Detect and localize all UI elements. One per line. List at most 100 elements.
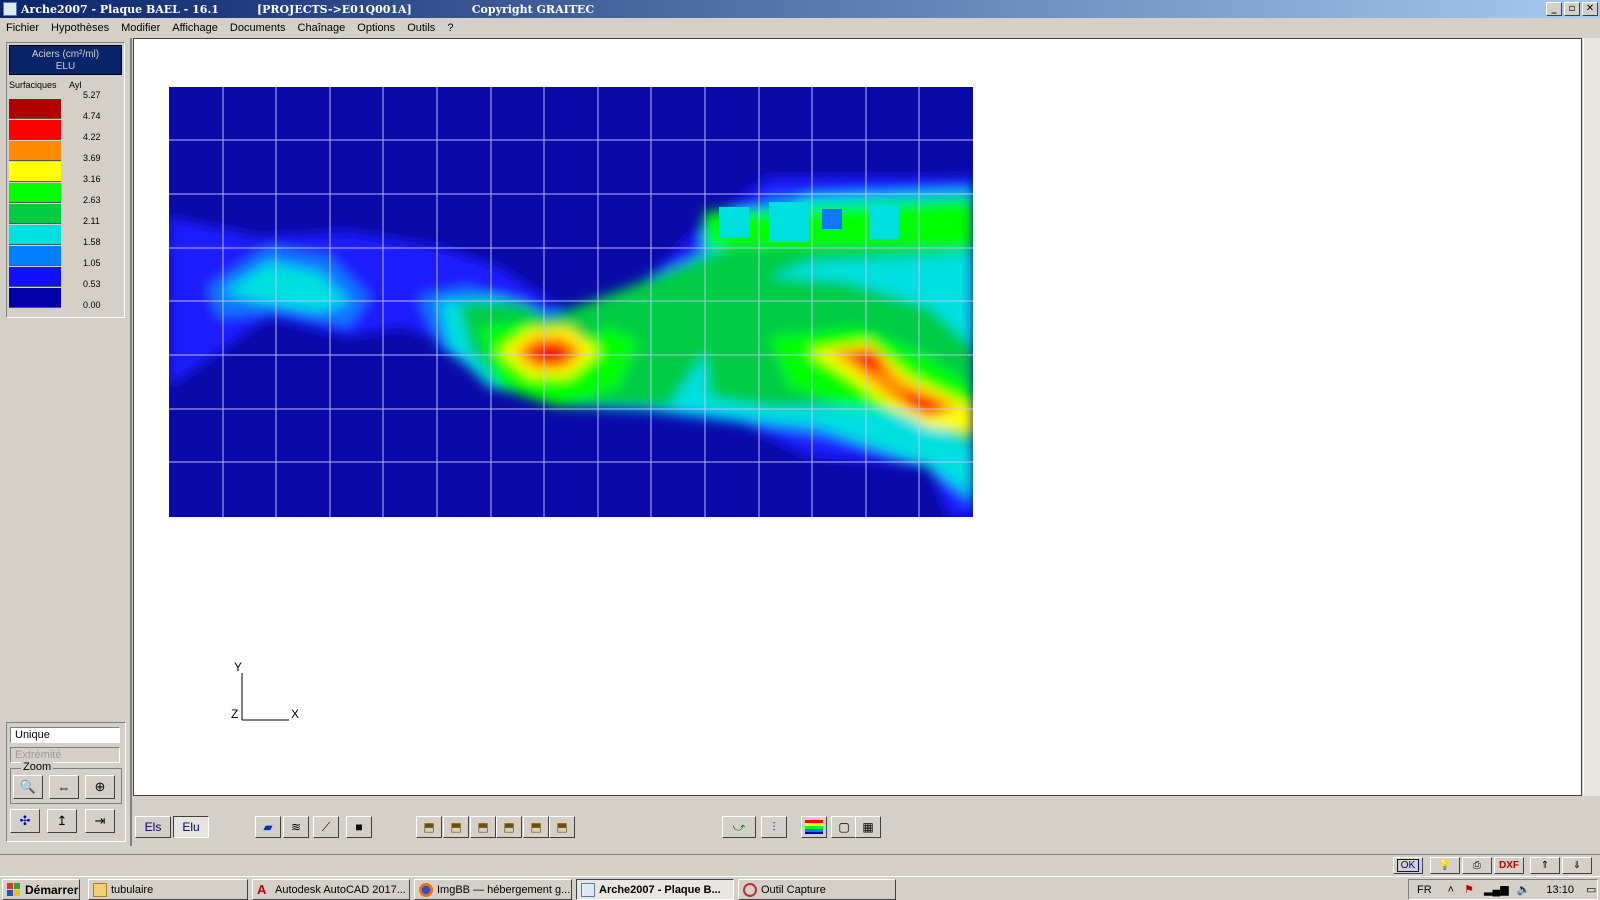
cube-view-1-button[interactable]: ⬒ bbox=[416, 816, 442, 838]
close-button[interactable]: ✕ bbox=[1582, 2, 1598, 16]
menu-help[interactable]: ? bbox=[447, 22, 453, 34]
legend-value: 2.63 bbox=[83, 195, 101, 205]
task-autocad[interactable]: A Autodesk AutoCAD 2017... bbox=[252, 879, 410, 900]
cube-icon-1: ⬒ bbox=[423, 820, 435, 834]
cube-view-3-button[interactable]: ⬒ bbox=[470, 816, 496, 838]
arche-icon bbox=[581, 882, 595, 897]
zoom-in-button[interactable]: ⊕ bbox=[85, 775, 115, 799]
zoom-label: Zoom bbox=[21, 761, 54, 773]
ok-button[interactable]: OK bbox=[1393, 857, 1423, 874]
volume-icon[interactable]: 🔈 bbox=[1517, 883, 1531, 896]
menu-bar: Fichier Hypothèses Modifier Affichage Do… bbox=[0, 18, 1600, 38]
axis-y-label: Y bbox=[234, 660, 243, 674]
task-label: Outil Capture bbox=[761, 883, 826, 896]
firefox-icon bbox=[419, 882, 433, 897]
legend-swatch bbox=[9, 141, 61, 161]
system-tray: FR ˄ ⚑ ▂▄▆ 🔈 13:10 ▭ bbox=[1408, 879, 1598, 900]
direction-right-button[interactable]: ⇥ bbox=[85, 809, 115, 833]
task-arche2007[interactable]: Arche2007 - Plaque B... bbox=[576, 879, 734, 900]
minimize-button[interactable]: _ bbox=[1546, 2, 1562, 16]
menu-options[interactable]: Options bbox=[357, 22, 395, 34]
legend-value: 1.05 bbox=[83, 258, 101, 268]
els-button[interactable]: Els bbox=[135, 816, 171, 838]
tray-expand-icon[interactable]: ˄ bbox=[1448, 884, 1454, 896]
solid-view-button[interactable]: ■ bbox=[346, 816, 372, 838]
rebar-button[interactable]: ⫶ bbox=[761, 816, 787, 838]
menu-modifier[interactable]: Modifier bbox=[121, 22, 160, 34]
layers-view-button[interactable]: ≋ bbox=[283, 816, 309, 838]
solid-square-icon: ■ bbox=[355, 820, 363, 834]
restore-button[interactable]: ▫ bbox=[1564, 2, 1580, 16]
curve-icon: ⤻ bbox=[732, 819, 746, 834]
layers-icon: ≋ bbox=[290, 820, 302, 834]
direction-up-button[interactable]: ↥ bbox=[47, 809, 77, 833]
mode-select[interactable]: Unique bbox=[10, 727, 120, 743]
plate-view-button[interactable]: ▰ bbox=[255, 816, 281, 838]
menu-chainage[interactable]: Chaînage bbox=[298, 22, 346, 34]
app-icon bbox=[3, 2, 17, 16]
task-outil-capture[interactable]: Outil Capture bbox=[738, 879, 896, 900]
dxf-export-button[interactable]: DXF bbox=[1494, 857, 1524, 874]
cube-icon-3: ⬒ bbox=[477, 820, 489, 834]
task-imgbb[interactable]: ImgBB — hébergement g... bbox=[414, 879, 572, 900]
legend-value: 4.74 bbox=[83, 111, 101, 121]
curve-button[interactable]: ⤻ bbox=[722, 816, 756, 838]
drawing-area[interactable]: Y Z X bbox=[133, 38, 1582, 796]
flag-icon[interactable]: ⚑ bbox=[1464, 883, 1474, 896]
direction-up-icon: ↥ bbox=[56, 813, 68, 828]
plate-icon: ▰ bbox=[263, 820, 273, 834]
legend-value: 0.00 bbox=[83, 300, 101, 310]
cube-view-5-button[interactable]: ⬒ bbox=[523, 816, 549, 838]
cube-view-4-button[interactable]: ⬒ bbox=[496, 816, 522, 838]
menu-fichier[interactable]: Fichier bbox=[6, 22, 39, 34]
autocad-icon: A bbox=[257, 881, 267, 897]
lightbulb-button[interactable]: 💡 bbox=[1430, 857, 1460, 874]
rebar-icon: ⫶ bbox=[772, 819, 776, 834]
copyright-text: Copyright GRAITEC bbox=[471, 2, 595, 16]
zoom-extents-button[interactable]: ⇔ bbox=[49, 775, 79, 799]
start-button[interactable]: Démarrer bbox=[2, 879, 80, 900]
network-icon[interactable]: ▂▄▆ bbox=[1484, 883, 1509, 896]
legend-swatch bbox=[9, 225, 61, 245]
color-scale-button[interactable] bbox=[801, 816, 827, 838]
menu-affichage[interactable]: Affichage bbox=[172, 22, 218, 34]
folder-icon bbox=[93, 882, 107, 897]
view-controls: Unique Extrémité Zoom 🔍 ⇔ ⊕ ✣ ↥ ⇥ bbox=[6, 722, 126, 842]
zoom-window-button[interactable]: 🔍 bbox=[13, 775, 43, 799]
zoom-in-icon: ⊕ bbox=[94, 779, 106, 794]
menu-hypotheses[interactable]: Hypothèses bbox=[51, 22, 109, 34]
ok-label: OK bbox=[1396, 859, 1420, 872]
color-legend: Aciers (cm²/ml) ELU Surfaciques Ayl 5.27… bbox=[6, 42, 125, 318]
mesh-button[interactable]: ▦ bbox=[855, 816, 881, 838]
legend-value: 4.22 bbox=[83, 132, 101, 142]
zoom-window-icon: 🔍 bbox=[19, 779, 37, 794]
printer-button[interactable]: ⎙ bbox=[1462, 857, 1492, 874]
cube-icon-5: ⬒ bbox=[530, 820, 542, 834]
axis-alpha-button[interactable]: ✣ bbox=[10, 809, 40, 833]
task-tubulaire[interactable]: tubulaire bbox=[88, 879, 248, 900]
language-indicator[interactable]: FR bbox=[1417, 884, 1432, 896]
capture-tool-icon bbox=[743, 882, 757, 897]
legend-value: 5.27 bbox=[83, 90, 101, 100]
section-view-button[interactable]: ⟋ bbox=[313, 816, 339, 838]
cube-view-2-button[interactable]: ⬒ bbox=[443, 816, 469, 838]
task-label: Autodesk AutoCAD 2017... bbox=[275, 883, 406, 896]
frame-button[interactable]: ▢ bbox=[831, 816, 857, 838]
task-label: tubulaire bbox=[111, 883, 154, 896]
clock[interactable]: 13:10 bbox=[1546, 884, 1574, 896]
bottom-toolbar: Els Elu ▰ ≋ ⟋ ■ ⬒ ⬒ ⬒ ⬒ ⬒ ⬒ ⤻ ⫶ ▢ ▦ bbox=[133, 814, 1582, 844]
arrow-down-button[interactable]: ⇓ bbox=[1562, 857, 1592, 874]
cube-view-6-button[interactable]: ⬒ bbox=[549, 816, 575, 838]
windows-logo-icon bbox=[7, 882, 20, 896]
cube-icon-4: ⬒ bbox=[503, 820, 515, 834]
legend-swatch bbox=[9, 246, 61, 266]
arrow-up-button[interactable]: ⇑ bbox=[1530, 857, 1560, 874]
menu-outils[interactable]: Outils bbox=[407, 22, 435, 34]
vertical-scrollbar[interactable] bbox=[1583, 38, 1600, 796]
menu-documents[interactable]: Documents bbox=[230, 22, 286, 34]
legend-swatch bbox=[9, 162, 61, 182]
show-desktop-icon[interactable]: ▭ bbox=[1586, 883, 1596, 896]
elu-button[interactable]: Elu bbox=[173, 816, 209, 838]
legend-title: Aciers (cm²/ml) ELU bbox=[9, 45, 122, 75]
window-title: Arche2007 - Plaque BAEL - 16.1 bbox=[21, 2, 219, 16]
